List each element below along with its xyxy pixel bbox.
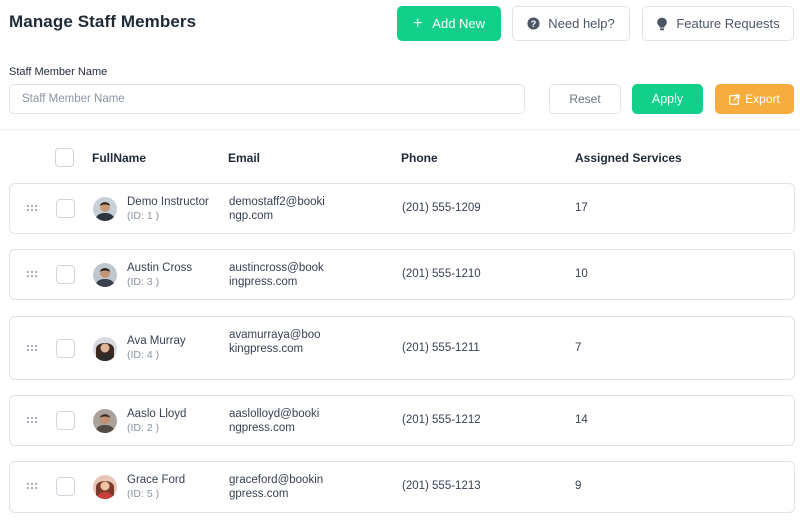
reset-button[interactable]: Reset: [549, 84, 621, 114]
column-header-assigned-services: Assigned Services: [575, 151, 682, 165]
add-new-button[interactable]: + Add New: [397, 6, 501, 41]
svg-text:?: ?: [531, 19, 537, 29]
staff-name: Grace Ford: [127, 474, 186, 486]
avatar: [93, 475, 117, 499]
question-circle-icon: ?: [527, 17, 540, 30]
staff-email: avamurraya@bookingpress.com: [229, 329, 321, 355]
assigned-services-count: 10: [575, 268, 588, 280]
feature-requests-button[interactable]: Feature Requests: [642, 6, 794, 41]
export-icon: [729, 93, 740, 105]
row-checkbox[interactable]: [56, 265, 75, 284]
staff-name-input[interactable]: [9, 84, 525, 114]
select-all-checkbox[interactable]: [55, 148, 74, 167]
staff-email: austincross@bookingpress.com: [229, 262, 324, 288]
divider: [0, 129, 800, 130]
staff-id: (ID: 5 ): [127, 488, 160, 500]
assigned-services-count: 7: [575, 342, 582, 354]
row-checkbox[interactable]: [56, 411, 75, 430]
staff-email: aaslolloyd@bookingpress.com: [229, 408, 320, 434]
column-header-phone: Phone: [401, 151, 438, 165]
export-label: Export: [745, 92, 780, 106]
row-checkbox[interactable]: [56, 339, 75, 358]
staff-phone: (201) 555-1211: [402, 342, 480, 354]
assigned-services-count: 17: [575, 202, 588, 214]
row-checkbox[interactable]: [56, 477, 75, 496]
table-row[interactable]: Austin Cross (ID: 3 ) austincross@bookin…: [9, 249, 795, 300]
export-button[interactable]: Export: [715, 84, 794, 114]
avatar: [93, 263, 117, 287]
drag-handle-icon[interactable]: [27, 345, 39, 353]
drag-handle-icon[interactable]: [27, 205, 39, 213]
staff-email: demostaff2@bookingp.com: [229, 196, 325, 222]
avatar: [93, 337, 117, 361]
avatar: [93, 197, 117, 221]
row-checkbox[interactable]: [56, 199, 75, 218]
need-help-label: Need help?: [548, 16, 615, 31]
staff-id: (ID: 1 ): [127, 210, 160, 222]
staff-name: Aaslo Lloyd: [127, 408, 187, 420]
page-title: Manage Staff Members: [9, 12, 197, 31]
table-row[interactable]: Demo Instructor (ID: 1 ) demostaff2@book…: [9, 183, 795, 234]
staff-phone: (201) 555-1210: [402, 268, 481, 280]
staff-phone: (201) 555-1209: [402, 202, 481, 214]
avatar: [93, 409, 117, 433]
staff-email: graceford@bookingpress.com: [229, 474, 324, 500]
staff-name: Ava Murray: [127, 335, 186, 347]
staff-name-label: Staff Member Name: [9, 66, 108, 78]
staff-name: Austin Cross: [127, 262, 193, 274]
assigned-services-count: 14: [575, 414, 588, 426]
staff-phone: (201) 555-1212: [402, 414, 481, 426]
need-help-button[interactable]: ? Need help?: [512, 6, 630, 41]
staff-id: (ID: 2 ): [127, 422, 160, 434]
staff-phone: (201) 555-1213: [402, 480, 481, 492]
table-header: FullName Email Phone Assigned Services: [0, 146, 800, 170]
table-row[interactable]: Grace Ford (ID: 5 ) graceford@bookingpre…: [9, 461, 795, 513]
staff-id: (ID: 3 ): [127, 276, 160, 288]
table-row[interactable]: Aaslo Lloyd (ID: 2 ) aaslolloyd@bookingp…: [9, 395, 795, 446]
staff-id: (ID: 4 ): [127, 349, 160, 361]
table-row[interactable]: Ava Murray (ID: 4 ) avamurraya@bookingpr…: [9, 316, 795, 380]
lightbulb-icon: [656, 17, 668, 31]
apply-button[interactable]: Apply: [632, 84, 703, 114]
plus-icon: +: [412, 14, 423, 32]
assigned-services-count: 9: [575, 480, 582, 492]
drag-handle-icon[interactable]: [27, 417, 39, 425]
feature-requests-label: Feature Requests: [676, 16, 780, 31]
add-new-label: Add New: [432, 16, 486, 31]
drag-handle-icon[interactable]: [27, 483, 39, 491]
column-header-email: Email: [228, 151, 261, 165]
drag-handle-icon[interactable]: [27, 271, 39, 279]
column-header-fullname: FullName: [92, 151, 147, 165]
staff-name: Demo Instructor: [127, 196, 209, 208]
